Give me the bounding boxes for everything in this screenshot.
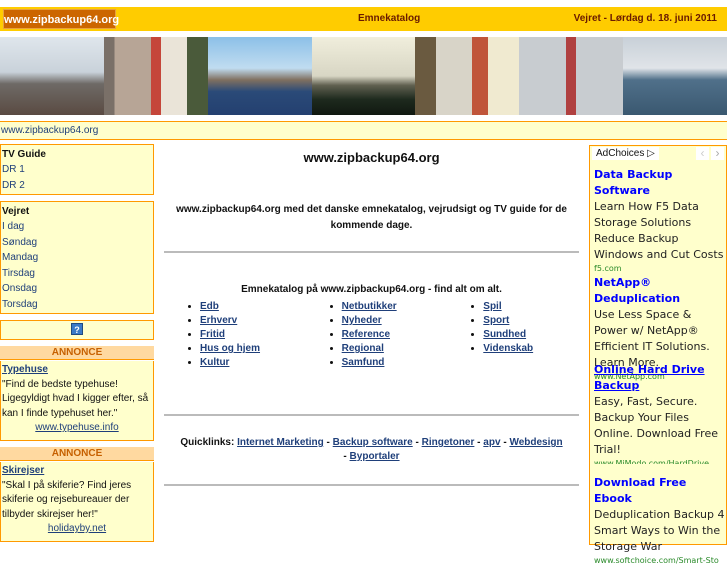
photo-lighthouse <box>519 37 624 115</box>
ad-text: Deduplication Backup 4 Smart Ways to Win… <box>594 508 725 553</box>
text-ad: Online Hard Drive Backup Easy, Fast, Sec… <box>594 362 726 464</box>
ad-title-link[interactable]: Download Free Ebook <box>594 475 726 507</box>
ad-next-button[interactable]: › <box>711 147 724 160</box>
quicklink[interactable]: apv <box>483 437 500 448</box>
separator: - <box>477 437 481 448</box>
photo-banner <box>0 37 727 115</box>
sidebar-ad-typehuse: Typehuse "Find de bedste typehuse! Ligeg… <box>0 361 154 441</box>
ad-url-link[interactable]: holidayby.net <box>2 522 152 537</box>
quicklinks-label: Quicklinks: <box>180 437 235 448</box>
ad-text: Learn How F5 Data Storage Solutions Redu… <box>594 200 724 261</box>
quicklink[interactable]: Ringetoner <box>422 437 475 448</box>
category-link[interactable]: Edb <box>200 301 219 312</box>
adchoices-link[interactable]: AdChoices ▷ <box>592 147 659 160</box>
category-link[interactable]: Erhverv <box>200 315 237 326</box>
quicklink[interactable]: Internet Marketing <box>237 437 324 448</box>
separator: - <box>343 451 347 462</box>
category-link[interactable]: Samfund <box>342 357 385 368</box>
catalog-heading: Emnekatalog på www.zipbackup64.org - fin… <box>241 284 502 295</box>
divider <box>164 251 579 253</box>
site-logo-link[interactable]: www.zipbackup64.org <box>3 9 119 29</box>
separator: - <box>415 437 419 448</box>
separator: - <box>503 437 507 448</box>
ad-text: "Skal I på skiferie? Find jeres skiferie… <box>2 479 132 520</box>
weather-link-sunday[interactable]: Søndag <box>2 235 152 251</box>
ad-url[interactable]: f5.com <box>594 263 726 274</box>
category-link[interactable]: Spil <box>483 301 501 312</box>
category-link[interactable]: Netbutikker <box>342 301 397 312</box>
weather-title: Vejret <box>2 206 30 217</box>
ad-title-link[interactable]: Typehuse <box>2 364 48 375</box>
tv-link-dr1[interactable]: DR 1 <box>2 162 152 178</box>
category-column: Spil Sport Sundhed Videnskab <box>469 300 579 370</box>
quicklink[interactable]: Webdesign <box>509 437 562 448</box>
ad-url[interactable]: www.softchoice.com/Smart-Sto <box>594 555 726 566</box>
ad-panel: AdChoices ▷ ‹ › Data Backup Software Lea… <box>589 145 727 565</box>
category-link[interactable]: Sport <box>483 315 509 326</box>
intro-text: www.zipbackup64.org med det danske emnek… <box>176 204 567 231</box>
weather-box: Vejret I dag Søndag Mandag Tirsdag Onsda… <box>0 201 154 314</box>
photo-street <box>103 37 208 115</box>
weather-link-wednesday[interactable]: Onsdag <box>2 281 152 297</box>
weather-link-tuesday[interactable]: Tirsdag <box>2 266 152 282</box>
catalog-link[interactable]: Emnekatalog <box>358 7 420 31</box>
ad-title-link[interactable]: Online Hard Drive Backup <box>594 362 726 394</box>
separator: - <box>326 437 330 448</box>
ad-label: ANNONCE <box>0 447 154 461</box>
tv-guide-title: TV Guide <box>2 149 46 160</box>
category-link[interactable]: Reference <box>342 329 390 340</box>
text-ad: Download Free Ebook Deduplication Backup… <box>594 475 726 566</box>
category-link[interactable]: Hus og hjem <box>200 343 260 354</box>
divider <box>164 414 579 416</box>
category-link[interactable]: Kultur <box>200 357 229 368</box>
weather-link-today[interactable]: I dag <box>2 219 152 235</box>
divider <box>164 484 579 486</box>
photo-canal <box>207 37 312 115</box>
quicklink[interactable]: Byportaler <box>350 451 400 462</box>
weather-date: Vejret - Lørdag d. 18. juni 2011 <box>573 13 717 24</box>
sidebar-ad-skirejser: Skirejser "Skal I på skiferie? Find jere… <box>0 462 154 542</box>
ad-text: "Find de bedste typehuse! Ligegyldigt hv… <box>2 378 149 419</box>
category-column: Edb Erhverv Fritid Hus og hjem Kultur <box>186 300 328 370</box>
ad-text: Easy, Fast, Secure. Backup Your Files On… <box>594 395 718 456</box>
text-ad: Data Backup Software Learn How F5 Data S… <box>594 167 726 274</box>
category-link[interactable]: Videnskab <box>483 343 533 354</box>
category-column: Netbutikker Nyheder Reference Regional S… <box>328 300 470 370</box>
breadcrumb: www.zipbackup64.org <box>0 121 727 140</box>
weather-link-monday[interactable]: Mandag <box>2 250 152 266</box>
ad-label: ANNONCE <box>0 346 154 360</box>
page-title: www.zipbackup64.org <box>303 150 440 165</box>
photo-city-skyline <box>0 37 104 115</box>
ad-prev-button[interactable]: ‹ <box>696 147 709 160</box>
ad-title-link[interactable]: Skirejser <box>2 465 44 476</box>
ad-url[interactable]: www.MiModo.com/HardDrive <box>594 458 726 464</box>
category-link[interactable]: Regional <box>342 343 384 354</box>
tv-link-dr2[interactable]: DR 2 <box>2 178 152 194</box>
quicklinks: Quicklinks: Internet Marketing - Backup … <box>164 436 579 464</box>
photo-bridge <box>311 37 416 115</box>
quicklink[interactable]: Backup software <box>333 437 413 448</box>
category-link[interactable]: Sundhed <box>483 329 526 340</box>
help-box: ? <box>0 320 154 340</box>
ad-url-link[interactable]: www.typehuse.info <box>2 421 152 436</box>
category-link[interactable]: Fritid <box>200 329 225 340</box>
photo-lane <box>415 37 520 115</box>
top-bar: www.zipbackup64.org Emnekatalog Vejret -… <box>0 7 727 31</box>
photo-harbor <box>623 37 727 115</box>
category-list: Edb Erhverv Fritid Hus og hjem Kultur Ne… <box>164 300 579 370</box>
ad-title-link[interactable]: Data Backup Software <box>594 167 726 199</box>
ad-title-link[interactable]: NetApp® Deduplication <box>594 275 726 307</box>
tv-guide-box: TV Guide DR 1 DR 2 <box>0 144 154 195</box>
main-content: www.zipbackup64.org www.zipbackup64.org … <box>164 145 579 486</box>
help-icon[interactable]: ? <box>71 323 83 335</box>
weather-link-thursday[interactable]: Torsdag <box>2 297 152 313</box>
category-link[interactable]: Nyheder <box>342 315 382 326</box>
